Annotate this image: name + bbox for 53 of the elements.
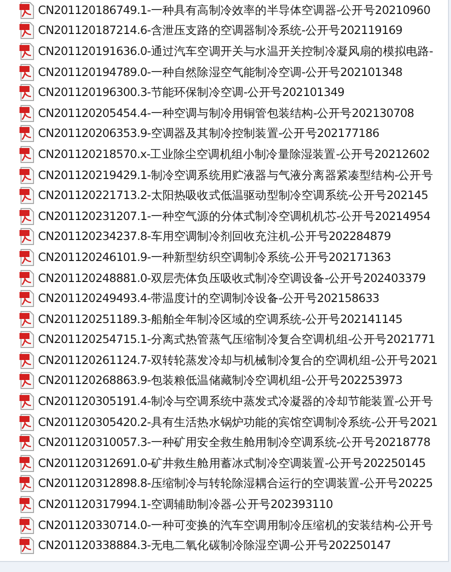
pdf-file-icon [19, 42, 35, 60]
pdf-file-icon [19, 434, 35, 452]
pdf-file-icon [19, 537, 35, 554]
file-name[interactable]: CN201120246101.9-一种新型纺织空调制冷系统-公开号202171363 [38, 250, 391, 265]
file-name[interactable]: CN201120254715.1-分离式热管蒸气压缩制冷复合空调机组-公开号2021771 [38, 332, 435, 348]
file-name[interactable]: CN201120186749.1-一种具有高制冷效率的半导体空调器-公开号20210960 [38, 2, 430, 18]
pdf-file-icon [19, 310, 35, 328]
file-name[interactable]: CN201120219429.1-制冷空调系统用贮液器与气液分离器紧凑型结构-公开号 [38, 168, 433, 183]
pdf-file-icon [19, 516, 35, 534]
pdf-file-icon [19, 414, 35, 431]
pdf-file-icon [19, 475, 35, 492]
file-name[interactable]: CN201120194789.0-一种自然除湿空气能制冷空调-公开号202101348 [38, 64, 402, 80]
file-name[interactable]: CN201120218570.x-工业除尘空调机组小制冷量除湿装置-公开号20212602 [38, 146, 430, 162]
pdf-file-icon [19, 187, 35, 204]
pdf-file-icon [19, 372, 35, 390]
pdf-file-icon [19, 146, 35, 163]
pdf-file-icon [19, 248, 35, 266]
file-name[interactable]: CN201120305191.4-制冷与空调系统中蒸发式冷凝器的冷却节能装置-公开号 [38, 394, 433, 410]
pdf-file-icon [19, 454, 35, 472]
file-name[interactable]: CN201120191636.0-通过汽车空调开关与水温开关控制冷凝风扇的模拟电路- [38, 44, 433, 59]
pdf-file-icon [19, 352, 35, 369]
file-name[interactable]: CN201120249493.4-带温度计的空调制冷设备-公开号202158633 [38, 291, 380, 306]
file-name[interactable]: CN201120234237.8-车用空调制冷剂回收充注机-公开号202284879 [38, 229, 391, 244]
file-name[interactable]: CN201120317994.1-空调辅助制冷器-公开号202393110 [38, 497, 333, 512]
pdf-file-icon [19, 290, 35, 308]
file-name[interactable]: CN201120305420.2-具有生活热水锅炉功能的宾馆空调制冷系统-公开号2021 [38, 414, 438, 430]
file-name[interactable]: CN201120221713.2-太阳热吸收式低温驱动型制冷空调系统-公开号202145 [38, 188, 428, 204]
file-name[interactable]: CN201120196300.3-节能环保制冷空调-公开号202101349 [38, 85, 344, 100]
pdf-file-icon [19, 104, 35, 122]
pdf-file-icon [19, 84, 35, 102]
pdf-file-icon [19, 22, 35, 40]
file-name[interactable]: CN201120205454.4-一种空调与制冷用铜管包装结构-公开号202130708 [38, 106, 414, 121]
pdf-file-icon [19, 64, 35, 81]
pdf-file-icon [19, 496, 35, 514]
pdf-file-icon [19, 125, 35, 142]
pdf-file-icon [19, 166, 35, 184]
pdf-file-icon [19, 393, 35, 410]
pdf-file-icon [19, 208, 35, 225]
file-name[interactable]: CN201120330714.0-一种可变换的汽车空调用制冷压缩机的安装结构-公开号 [38, 518, 433, 533]
file-name[interactable]: CN201120268863.9-包装粮低温储藏制冷空调机组-公开号202253973 [38, 373, 402, 388]
file-name[interactable]: CN201120248881.0-双层壳体负压吸收式制冷空调设备-公开号202403379 [38, 270, 426, 286]
file-name[interactable]: CN201120187214.6-含泄压支路的空调器制冷系统-公开号202119169 [38, 23, 402, 38]
file-name[interactable]: CN201120206353.9-空调器及其制冷控制装置-公开号202177186 [38, 126, 380, 142]
file-name[interactable]: CN201120312691.0-矿井救生舱用蓄冰式制冷空调装置-公开号202250145 [38, 456, 426, 471]
file-name[interactable]: CN201120310057.3-一种矿用安全救生舱用制冷空调系统-公开号20218778 [38, 435, 430, 450]
file-name[interactable]: CN201120261124.7-双转轮蒸发冷却与机械制冷复合的空调机组-公开号2021 [38, 352, 438, 368]
pdf-file-icon [19, 331, 35, 348]
file-name[interactable]: CN201120251189.3-船舶全年制冷区域的空调系统-公开号202141145 [38, 312, 402, 327]
file-name[interactable]: CN201120231207.1-一种空气源的分体式制冷空调机机芯-公开号20214954 [38, 208, 430, 224]
pdf-file-icon [19, 228, 35, 246]
file-name[interactable]: CN201120338884.3-无电二氧化碳制冷除湿空调-公开号202250147 [38, 538, 391, 554]
file-name[interactable]: CN201120312898.8-压缩制冷与转轮除湿耦合运行的空调装置-公开号20225 [38, 476, 433, 492]
pdf-file-icon [19, 270, 35, 287]
